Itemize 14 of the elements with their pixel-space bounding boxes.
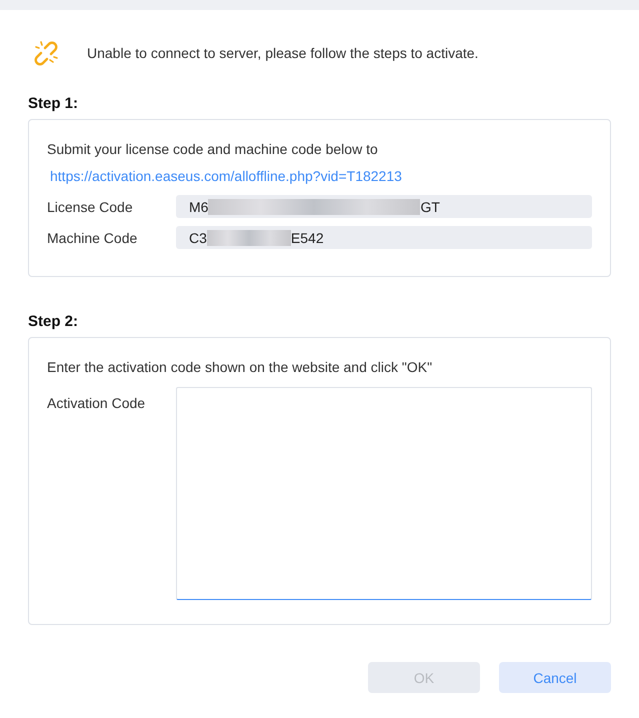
step-title: Step 1: bbox=[27, 95, 80, 113]
activation-link[interactable]: https://activation.easeus.com/alloffline.php?vid=T182213 bbox=[50, 168, 402, 186]
field-label: Machine Code bbox=[47, 230, 138, 246]
field-label: Activation Code bbox=[47, 394, 146, 411]
status-message: Unable to connect to server, please follow the steps to activate. bbox=[87, 45, 478, 61]
step-title: Step 2: bbox=[27, 313, 80, 331]
field-label: License Code bbox=[47, 198, 134, 214]
code-field: M6 GT bbox=[176, 195, 592, 218]
instruction-text: Enter the activation code shown on the website and click "OK" bbox=[47, 359, 432, 375]
activation-code-field[interactable] bbox=[176, 387, 592, 600]
instruction-text: Submit your license code and machine code below to bbox=[47, 141, 378, 157]
code-field: C3 E542 bbox=[176, 226, 592, 249]
broken-link-icon bbox=[33, 40, 59, 66]
cancel-button[interactable]: Cancel bbox=[499, 662, 611, 693]
